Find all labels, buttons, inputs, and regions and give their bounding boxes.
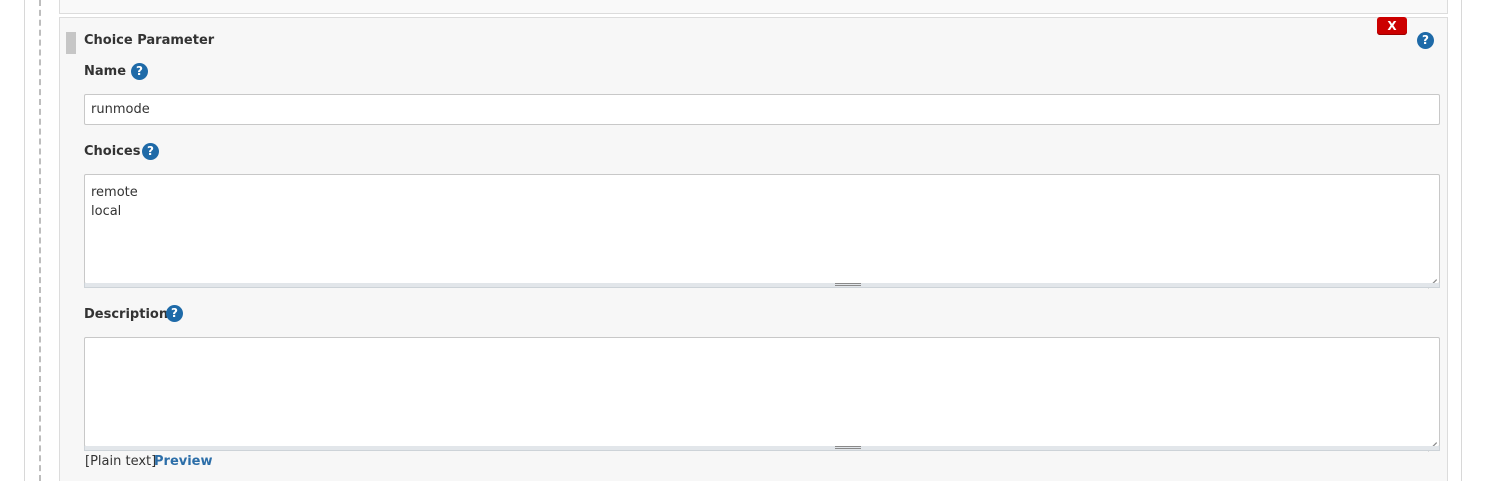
description-help-icon[interactable]: ? <box>166 305 183 322</box>
previous-parameter-block <box>59 0 1448 14</box>
resize-grip-icon[interactable] <box>835 446 861 449</box>
format-indicator: [Plain text] <box>85 454 157 469</box>
choices-textarea[interactable] <box>84 174 1440 284</box>
nesting-guide-line <box>39 0 41 481</box>
preview-link[interactable]: Preview <box>154 454 213 469</box>
drag-handle-icon[interactable] <box>66 32 76 54</box>
description-corner-resize-icon[interactable] <box>1427 433 1437 443</box>
name-input[interactable] <box>84 94 1440 125</box>
resize-grip-icon[interactable] <box>835 283 861 286</box>
name-label: Name <box>84 64 127 79</box>
description-resize-bar[interactable] <box>84 446 1440 451</box>
choices-help-icon[interactable]: ? <box>142 143 159 160</box>
description-textarea[interactable] <box>84 337 1440 447</box>
parameter-help-icon[interactable]: ? <box>1417 32 1434 49</box>
delete-parameter-button[interactable]: X <box>1377 17 1407 35</box>
choices-corner-resize-icon[interactable] <box>1427 270 1437 280</box>
parameter-title: Choice Parameter <box>84 33 215 48</box>
choices-resize-bar[interactable] <box>84 283 1440 288</box>
description-label: Description <box>84 307 169 322</box>
name-help-icon[interactable]: ? <box>131 63 148 80</box>
choices-label: Choices <box>84 144 141 159</box>
